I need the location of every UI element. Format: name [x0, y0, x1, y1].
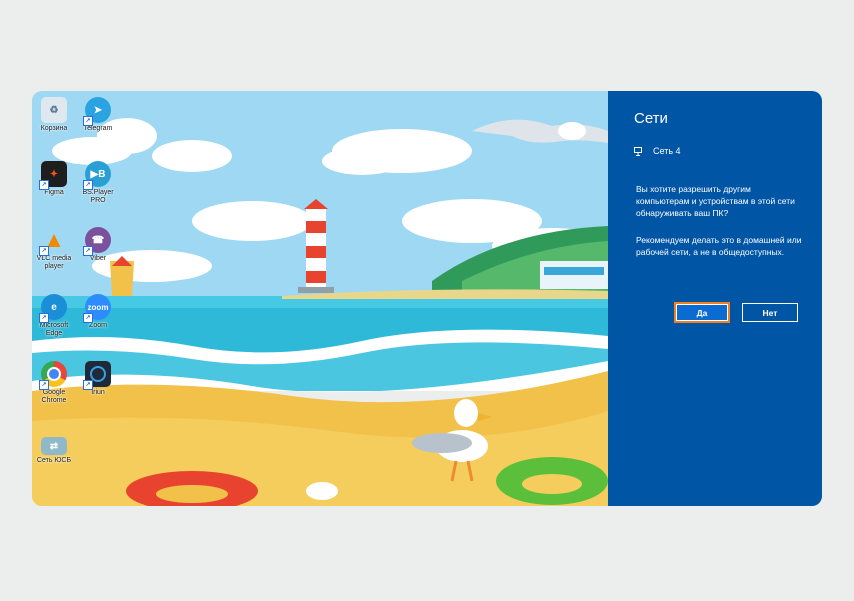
figma-icon: ✦ ↗ — [39, 161, 67, 190]
yes-button[interactable]: Да — [674, 302, 730, 323]
vlc-icon: ▲ ↗ — [39, 227, 67, 256]
desktop-icon-figma[interactable]: ✦ ↗ Figma — [32, 161, 76, 197]
chrome-icon: ↗ — [39, 361, 67, 390]
desktop-icon-label: Google Chrome — [41, 389, 67, 404]
desktop-icon-label: VLC media player — [36, 255, 72, 270]
zoom-logo-text: zoom — [87, 302, 109, 312]
desktop-icon-chrome[interactable]: ↗ Google Chrome — [32, 361, 76, 405]
desktop-icon-label: Figma — [44, 189, 64, 196]
network-discovery-flyout: Сети Сеть 4 Вы хотите разрешить другим к… — [608, 91, 822, 506]
desktop-icon-label: Сеть ЮСБ — [36, 457, 72, 464]
desktop-icon-edge[interactable]: e ↗ Microsoft Edge — [32, 294, 76, 338]
network-icon — [634, 146, 642, 156]
desktop-icon-iriun[interactable]: ↗ Iriun — [76, 361, 120, 397]
desktop-icon-zoom[interactable]: zoom ↗ Zoom — [76, 294, 120, 330]
desktop-icon-label: Telegram — [83, 125, 113, 132]
edge-icon: e ↗ — [39, 294, 67, 323]
desktop-icon-area: ♻ Корзина ➤ ↗ Telegram ✦ ↗ Figma ▶B ↗ BS.Pl… — [32, 91, 142, 506]
discovery-question: Вы хотите разрешить другим компьютерам и… — [636, 184, 795, 218]
recycle-bin-icon: ♻ — [41, 97, 67, 123]
desktop-icon-viber[interactable]: ☎ ↗ Viber — [76, 227, 120, 263]
desktop-icon-network-usb[interactable]: ⇄ Сеть ЮСБ — [32, 437, 76, 465]
zoom-icon: zoom ↗ — [83, 294, 111, 323]
desktop-screen: ♻ Корзина ➤ ↗ Telegram ✦ ↗ Figma ▶B ↗ BS.Pl… — [32, 91, 822, 506]
bsplayer-icon: ▶B ↗ — [83, 161, 111, 190]
desktop-icon-recycle-bin[interactable]: ♻ Корзина — [32, 97, 76, 133]
desktop-icon-label: Корзина — [40, 125, 68, 132]
desktop-icon-label: Zoom — [89, 322, 107, 329]
desktop-icon-label: BS.Player PRO — [82, 189, 114, 204]
network-usb-icon: ⇄ — [41, 437, 67, 455]
desktop-icon-vlc[interactable]: ▲ ↗ VLC media player — [32, 227, 76, 271]
desktop-icon-telegram[interactable]: ➤ ↗ Telegram — [76, 97, 120, 133]
desktop-icon-bsplayer[interactable]: ▶B ↗ BS.Player PRO — [76, 161, 120, 205]
viber-icon: ☎ ↗ — [83, 227, 111, 256]
flyout-title: Сети — [634, 110, 668, 127]
network-entry: Сеть 4 — [634, 146, 681, 156]
desktop-icon-label: Iriun — [91, 389, 105, 396]
desktop-icon-label: Viber — [89, 255, 107, 262]
network-name: Сеть 4 — [653, 146, 681, 156]
desktop-icon-label: Microsoft Edge — [39, 322, 69, 337]
no-button[interactable]: Нет — [742, 303, 798, 322]
iriun-icon: ↗ — [83, 361, 111, 390]
discovery-recommendation: Рекомендуем делать это в домашней или ра… — [636, 235, 802, 257]
telegram-icon: ➤ ↗ — [83, 97, 111, 126]
